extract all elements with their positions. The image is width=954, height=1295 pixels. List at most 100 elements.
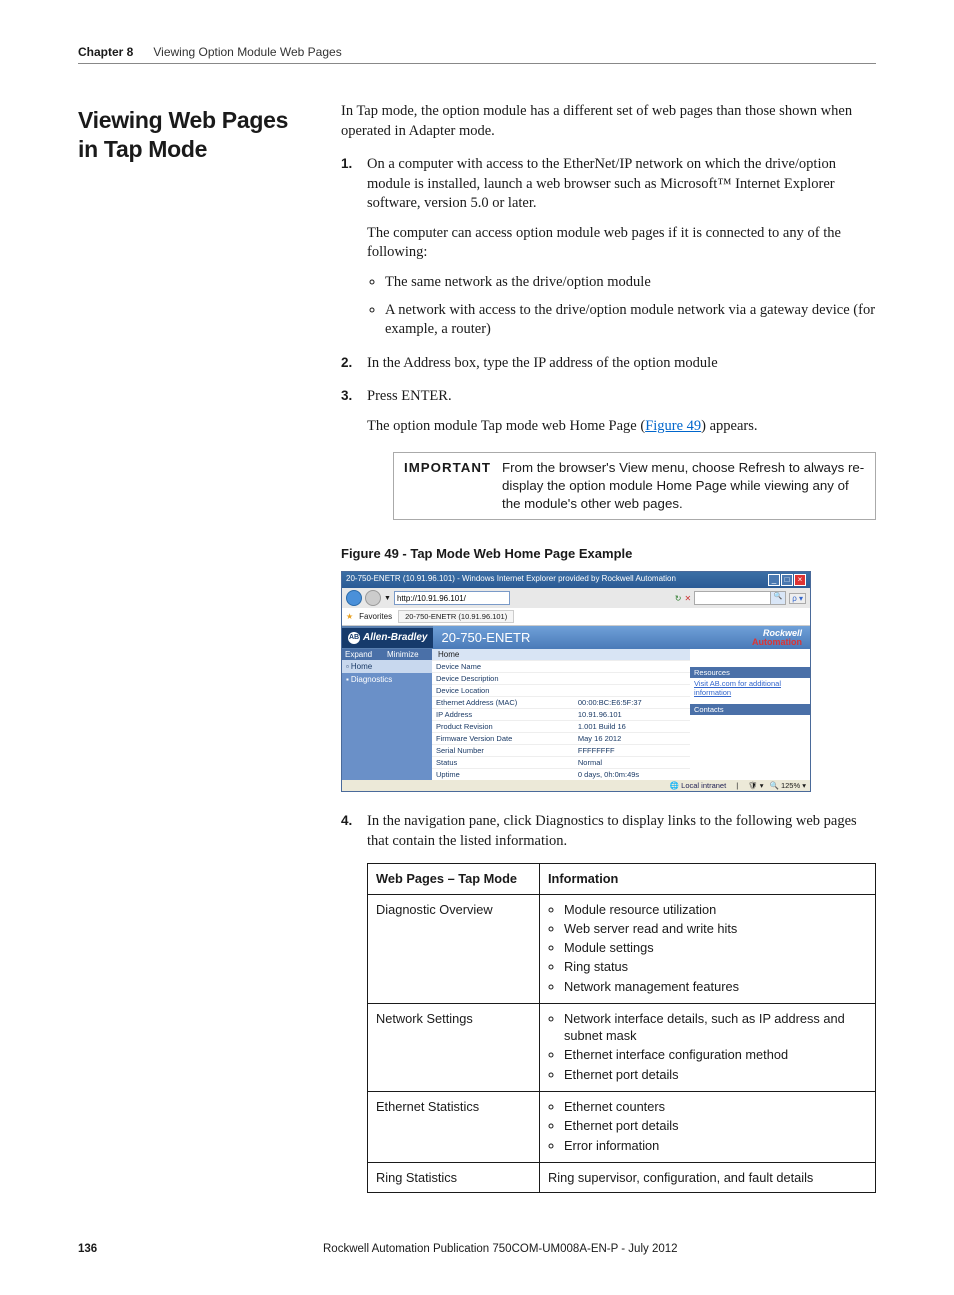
- step-1-p1: On a computer with access to the EtherNe…: [367, 155, 876, 214]
- device-info-key: IP Address: [432, 709, 574, 721]
- search-go-icon[interactable]: 🔍: [770, 592, 785, 604]
- device-info-row: Device Name: [432, 661, 690, 673]
- info-item: Network management features: [564, 978, 867, 995]
- device-info-row: Ethernet Address (MAC)00:00:BC:E6:5F:37: [432, 697, 690, 709]
- search-options-icon[interactable]: ρ ▾: [789, 593, 806, 604]
- step-2-text: In the Address box, type the IP address …: [367, 354, 876, 374]
- breadcrumb: Home: [432, 649, 690, 660]
- figure-49-link[interactable]: Figure 49: [645, 418, 701, 434]
- browser-tab[interactable]: 20-750-ENETR (10.91.96.101): [398, 610, 514, 623]
- info-item: Ethernet port details: [564, 1117, 867, 1134]
- device-info-value: 1.001 Build 16: [574, 721, 690, 733]
- step-3-num: 3.: [341, 387, 352, 405]
- info-item: Web server read and write hits: [564, 920, 867, 937]
- step-2-num: 2.: [341, 354, 352, 372]
- step-3: 3. Press ENTER. The option module Tap mo…: [341, 387, 876, 520]
- device-info-key: Device Name: [432, 661, 574, 673]
- favorites-star-icon[interactable]: ★: [346, 612, 353, 621]
- step-3-after-pre: The option module Tap mode web Home Page…: [367, 418, 645, 434]
- ie-title: 20-750-ENETR (10.91.96.101) - Windows In…: [346, 574, 676, 586]
- min-icon[interactable]: _: [768, 574, 780, 586]
- intro-paragraph: In Tap mode, the option module has a dif…: [341, 102, 876, 141]
- max-icon[interactable]: □: [781, 574, 793, 586]
- device-info-key: Device Location: [432, 685, 574, 697]
- info-row: Network SettingsNetwork interface detail…: [368, 1003, 876, 1091]
- info-row: Ethernet Statistics Ethernet counters Ethe…: [368, 1092, 876, 1163]
- step-3-after-post: ) appears.: [701, 418, 757, 434]
- info-details: Ring supervisor, configuration, and faul…: [540, 1162, 876, 1192]
- ab-logo-icon: AB: [348, 632, 360, 644]
- forward-icon[interactable]: [365, 590, 381, 606]
- ie-window: 20-750-ENETR (10.91.96.101) - Windows In…: [341, 571, 811, 792]
- protected-mode-icon: 🛡 ▾: [748, 781, 763, 790]
- device-info-row: Product Revision1.001 Build 16: [432, 721, 690, 733]
- folder-icon: ▪: [346, 675, 349, 684]
- ie-favorites-bar: ★ Favorites 20-750-ENETR (10.91.96.101): [342, 608, 810, 626]
- zoom-level[interactable]: 🔍 125% ▾: [770, 781, 806, 790]
- important-box: IMPORTANT From the browser's View menu, …: [393, 452, 876, 520]
- device-info-key: Ethernet Address (MAC): [432, 697, 574, 709]
- step-4: 4. In the navigation pane, click Diagnos…: [341, 812, 876, 1193]
- device-info-row: Serial NumberFFFFFFFF: [432, 745, 690, 757]
- tap-mode-table: Web Pages – Tap Mode Information Diagnos…: [367, 863, 876, 1193]
- figure-caption: Figure 49 - Tap Mode Web Home Page Examp…: [341, 546, 876, 561]
- step-3-text: Press ENTER.: [367, 387, 876, 407]
- ie-titlebar: 20-750-ENETR (10.91.96.101) - Windows In…: [342, 572, 810, 588]
- close-icon[interactable]: ×: [794, 574, 806, 586]
- info-item: Ethernet counters: [564, 1098, 867, 1115]
- device-info-row: Firmware Version DateMay 16 2012: [432, 733, 690, 745]
- dropdown-icon[interactable]: ▼: [384, 595, 391, 602]
- device-info-value: [574, 673, 690, 685]
- device-info-value: 00:00:BC:E6:5F:37: [574, 697, 690, 709]
- device-info-value: [574, 685, 690, 697]
- info-row: Diagnostic OverviewModule resource utili…: [368, 894, 876, 1003]
- important-label: IMPORTANT: [404, 459, 502, 513]
- info-item: Error information: [564, 1137, 867, 1154]
- back-icon[interactable]: [346, 590, 362, 606]
- device-info-key: Uptime: [432, 769, 574, 781]
- device-info-row: StatusNormal: [432, 757, 690, 769]
- th-info: Information: [540, 864, 876, 894]
- info-page-name: Diagnostic Overview: [368, 894, 540, 1003]
- url-input[interactable]: [394, 591, 510, 605]
- nav-minimize[interactable]: Minimize: [387, 650, 429, 659]
- device-info-key: Serial Number: [432, 745, 574, 757]
- nav-home[interactable]: ▫Home: [342, 660, 432, 673]
- security-zone: 🌐 Local intranet: [670, 781, 726, 790]
- device-info-value: [574, 661, 690, 673]
- step-1-bullet-2: A network with access to the drive/optio…: [385, 301, 876, 340]
- page-header: Chapter 8 Viewing Option Module Web Page…: [78, 45, 876, 64]
- chapter-title: Viewing Option Module Web Pages: [153, 45, 341, 59]
- step-3-after: The option module Tap mode web Home Page…: [367, 417, 876, 437]
- rockwell-logo: RockwellAutomation: [752, 629, 802, 646]
- chapter-label: Chapter 8: [78, 45, 133, 59]
- side-panel: Resources Visit AB.com for additional in…: [690, 649, 810, 780]
- device-info-key: Product Revision: [432, 721, 574, 733]
- device-info-table: Device NameDevice DescriptionDevice Loca…: [432, 660, 690, 780]
- device-info-key: Status: [432, 757, 574, 769]
- ab-link[interactable]: Visit AB.com for additional information: [690, 678, 810, 698]
- search-input[interactable]: 🔍: [694, 591, 786, 605]
- stop-icon[interactable]: ✕: [685, 594, 692, 603]
- step-4-num: 4.: [341, 812, 352, 830]
- device-info-row: Uptime0 days, 0h:0m:49s: [432, 769, 690, 781]
- favorites-label[interactable]: Favorites: [359, 612, 392, 621]
- nav-diagnostics[interactable]: ▪Diagnostics: [342, 673, 432, 686]
- device-info-value: 10.91.96.101: [574, 709, 690, 721]
- nav-expand[interactable]: Expand: [345, 650, 387, 659]
- device-info-row: IP Address10.91.96.101: [432, 709, 690, 721]
- refresh-icon[interactable]: ↻: [675, 594, 682, 603]
- device-info-value: May 16 2012: [574, 733, 690, 745]
- window-controls: _□×: [767, 574, 806, 586]
- info-details: Module resource utilizationWeb server re…: [540, 894, 876, 1003]
- page-number: 136: [78, 1243, 313, 1255]
- info-page-name: Ring Statistics: [368, 1162, 540, 1192]
- step-1: 1. On a computer with access to the Ethe…: [341, 155, 876, 340]
- page-banner: AB Allen-Bradley 20-750-ENETR RockwellAu…: [342, 626, 810, 649]
- info-page-name: Ethernet Statistics: [368, 1092, 540, 1163]
- info-row: Ring StatisticsRing supervisor, configur…: [368, 1162, 876, 1192]
- ie-status-bar: 🌐 Local intranet | 🛡 ▾ 🔍 125% ▾: [342, 780, 810, 791]
- page-icon: ▫: [346, 662, 349, 671]
- allen-bradley-logo: AB Allen-Bradley: [342, 628, 433, 648]
- info-item: Ethernet interface configuration method: [564, 1046, 867, 1063]
